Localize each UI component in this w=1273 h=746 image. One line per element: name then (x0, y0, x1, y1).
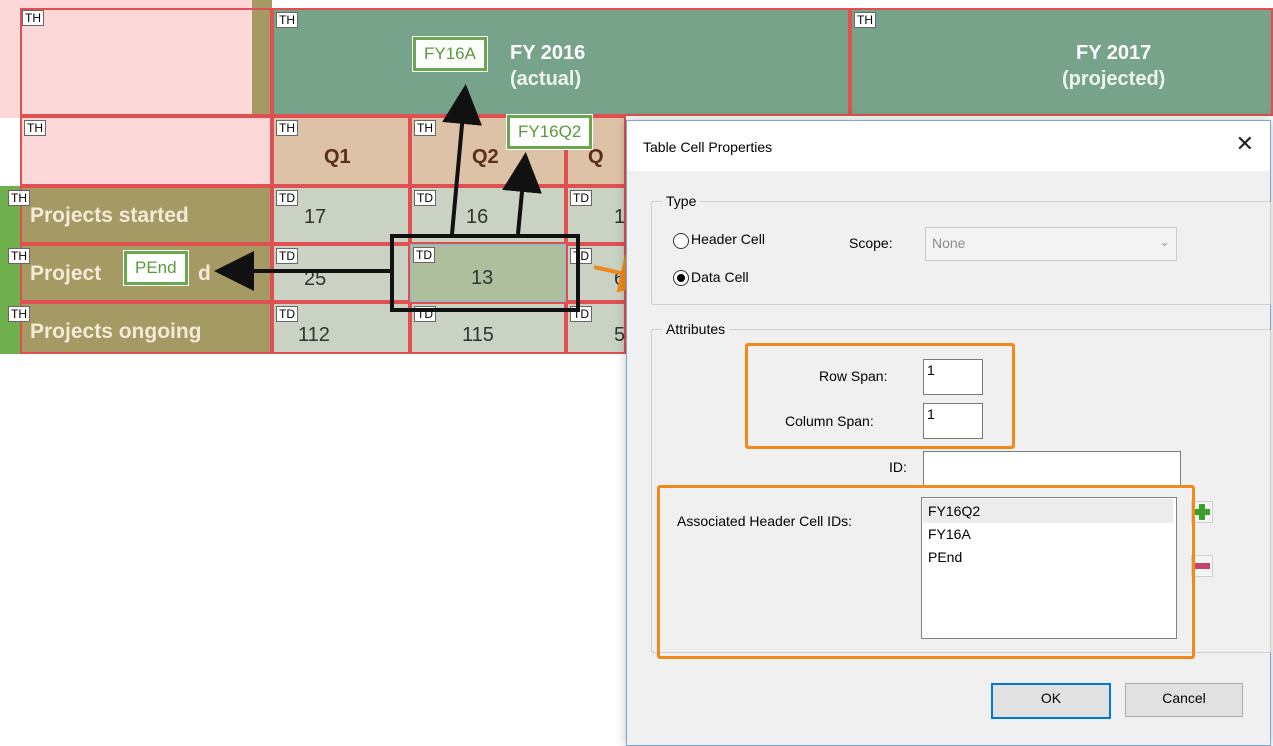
scope-label: Scope: (849, 235, 893, 251)
arrow-to-fy16q2 (502, 152, 542, 235)
cancel-button[interactable]: Cancel (1125, 683, 1243, 717)
dialog-titlebar[interactable]: Table Cell Properties ✕ (627, 121, 1270, 171)
chevron-down-icon: ⌄ (1159, 234, 1170, 249)
plus-icon (1194, 504, 1210, 520)
arrow-to-fy16a (442, 84, 482, 235)
table-cell-properties-dialog: Table Cell Properties ✕ Type Header Cell… (626, 120, 1271, 746)
close-icon[interactable]: ✕ (1236, 131, 1254, 157)
ok-button[interactable]: OK (991, 683, 1111, 719)
callout-fy16q2: FY16Q2 (507, 115, 593, 149)
type-group-label: Type (662, 193, 701, 209)
header-cell-label[interactable]: Header Cell (691, 231, 765, 247)
minus-icon (1194, 563, 1210, 569)
attributes-group-label: Attributes (662, 321, 730, 337)
span-highlight-box (745, 343, 1015, 449)
dialog-title: Table Cell Properties (643, 139, 773, 155)
scope-value: None (932, 235, 966, 251)
data-cell-radio[interactable] (673, 270, 689, 286)
associated-ids-highlight-box (657, 485, 1195, 659)
scope-select[interactable]: None ⌄ (925, 227, 1177, 261)
id-label: ID: (889, 459, 907, 475)
header-cell-radio[interactable] (673, 233, 689, 249)
id-input[interactable] (923, 451, 1181, 487)
callout-fy16a: FY16A (413, 37, 487, 71)
data-cell-label[interactable]: Data Cell (691, 269, 749, 285)
callout-pend: PEnd (124, 251, 188, 285)
